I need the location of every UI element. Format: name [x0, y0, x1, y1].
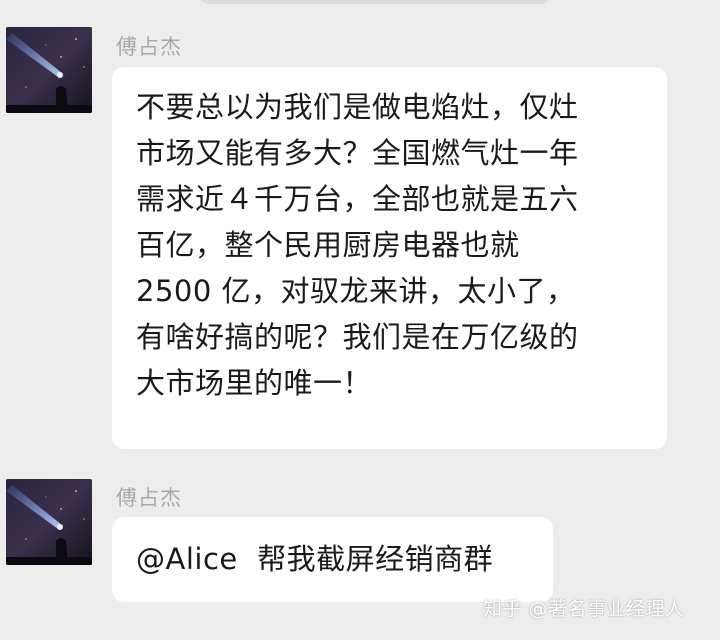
watermark: 知乎 @著名事业经理人	[483, 598, 685, 620]
message-line: 大市场里的唯一！	[136, 366, 373, 400]
avatar[interactable]	[6, 479, 92, 565]
message-bubble[interactable]: 不要总以为我们是做电焰灶，仅灶 市场又能有多大？全国燃气灶一年 需求近４千万台，…	[112, 67, 667, 449]
message-line: 需求近４千万台，全部也就是五六	[136, 182, 579, 216]
message-line: 2500 亿，对驭龙来讲，太小了，	[136, 274, 576, 308]
night-sky-flashlight-image	[6, 27, 92, 113]
message-line: 不要总以为我们是做电焰灶，仅灶	[136, 90, 579, 124]
night-sky-flashlight-image	[6, 479, 92, 565]
message-line: 有啥好搞的呢？我们是在万亿级的	[136, 320, 579, 354]
message-line: 市场又能有多大？全国燃气灶一年	[136, 136, 579, 170]
message-line: 百亿，整个民用厨房电器也就	[136, 228, 520, 262]
sender-name: 傅占杰	[116, 35, 182, 59]
sender-name: 傅占杰	[116, 486, 182, 510]
message-row-1: 傅占杰 不要总以为我们是做电焰灶，仅灶 市场又能有多大？全国燃气灶一年 需求近４…	[0, 0, 720, 460]
message-text: @Alice 帮我截屏经销商群	[136, 542, 494, 576]
message-bubble[interactable]: @Alice 帮我截屏经销商群	[112, 517, 553, 602]
avatar[interactable]	[6, 27, 92, 113]
